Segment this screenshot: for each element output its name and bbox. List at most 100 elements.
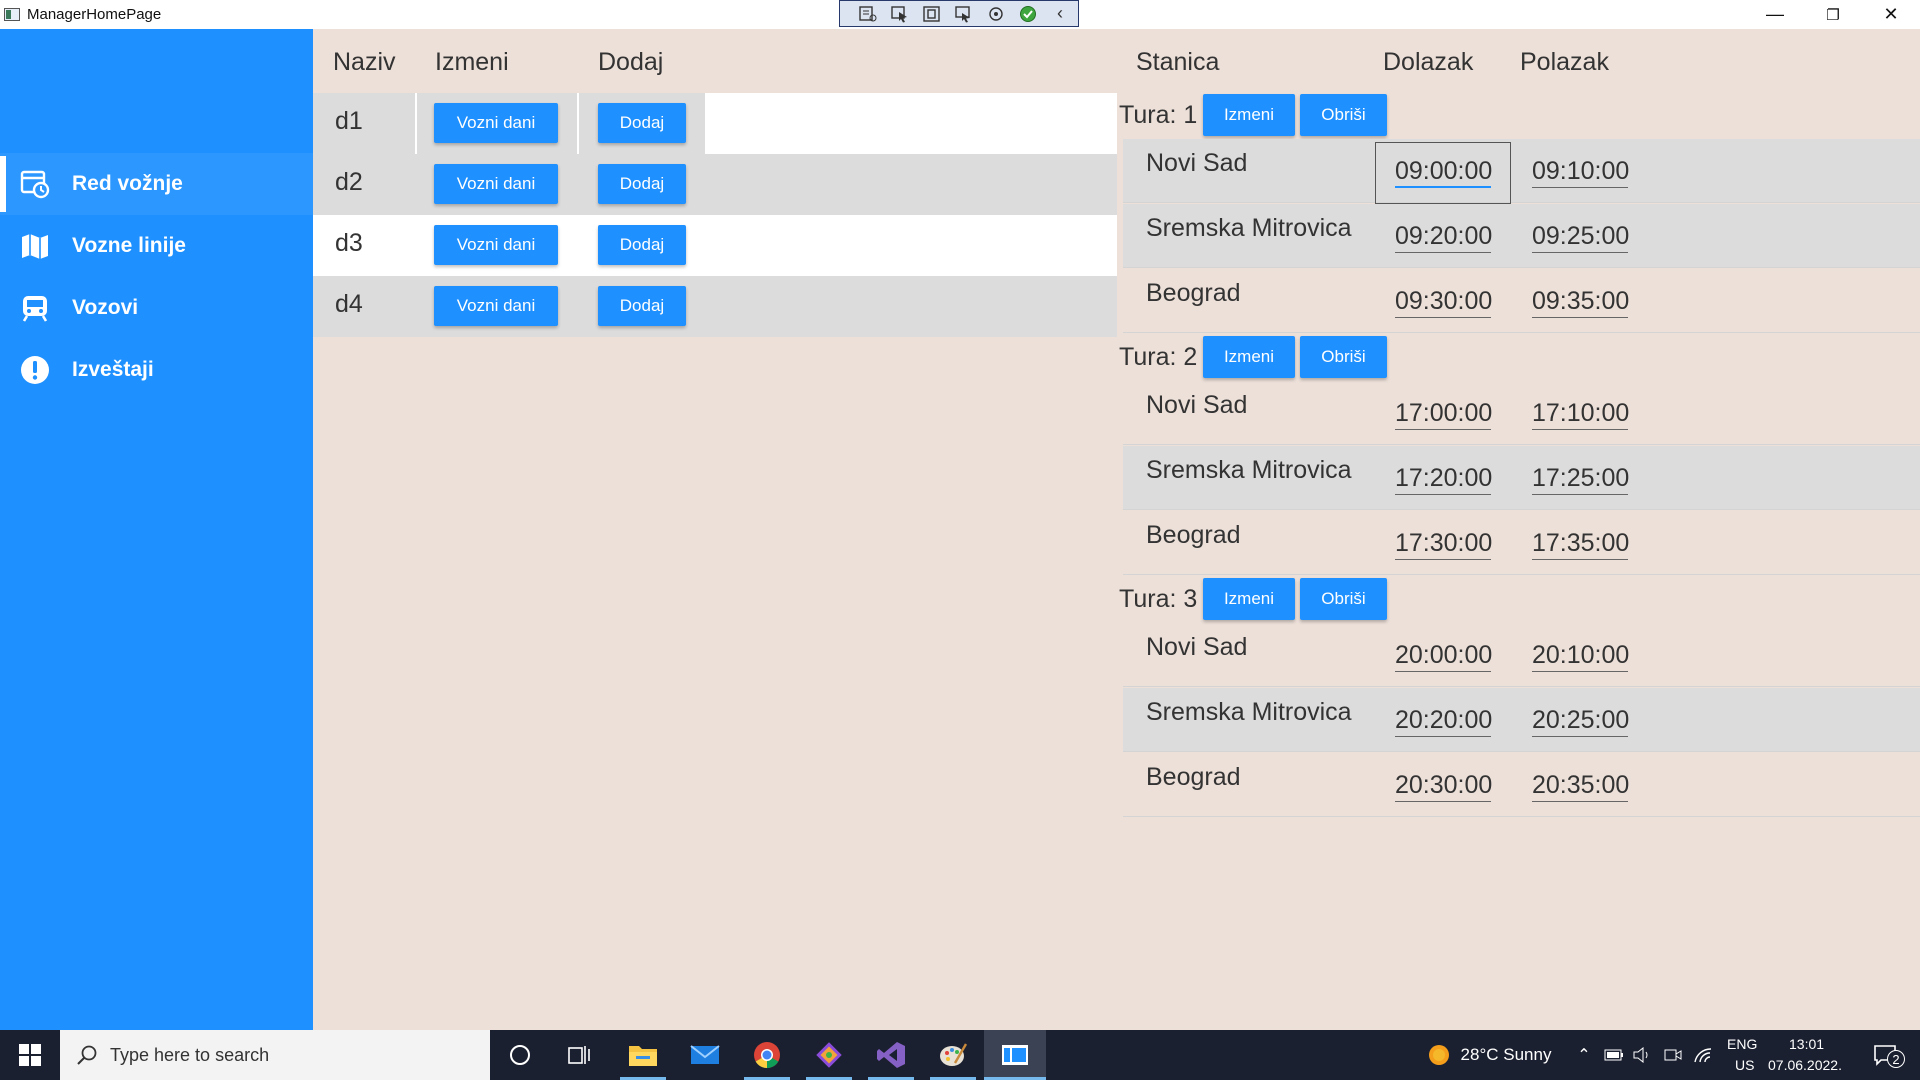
cortana-button[interactable] — [490, 1030, 550, 1080]
volume-icon[interactable] — [1629, 1030, 1655, 1080]
search-icon — [77, 1045, 97, 1065]
windows-logo-icon — [19, 1044, 41, 1066]
taskbar-git-client[interactable] — [798, 1030, 860, 1080]
meet-now-icon[interactable] — [1660, 1030, 1686, 1080]
select-element-icon[interactable] — [886, 3, 914, 25]
taskbar-paint[interactable] — [922, 1030, 984, 1080]
stop-row: Beograd 17:30:00 17:35:00 — [1123, 511, 1920, 575]
departure-time-input[interactable]: 17:10:00 — [1532, 396, 1629, 430]
language-indicator-top[interactable]: ENG — [1727, 1036, 1757, 1052]
departure-time-input[interactable]: 09:35:00 — [1532, 284, 1629, 318]
taskbar-chrome[interactable] — [736, 1030, 798, 1080]
row-name: d1 — [335, 107, 363, 135]
taskbar-active-app[interactable] — [984, 1030, 1046, 1080]
obrisi-tura-button[interactable]: Obriši — [1300, 94, 1387, 136]
departure-time-input[interactable]: 17:25:00 — [1532, 461, 1629, 495]
station-name: Sremska Mitrovica — [1146, 456, 1352, 484]
track-focus-icon[interactable] — [950, 3, 978, 25]
obrisi-tura-button[interactable]: Obriši — [1300, 578, 1387, 620]
taskbar-visual-studio[interactable] — [860, 1030, 922, 1080]
tura-number: 1 — [1183, 100, 1198, 129]
sun-icon — [1428, 1045, 1449, 1065]
arrival-time-input[interactable]: 09:20:00 — [1395, 219, 1492, 253]
mail-icon — [690, 1045, 720, 1064]
arrival-time-input[interactable]: 20:30:00 — [1395, 768, 1492, 802]
notification-count: 2 — [1887, 1050, 1905, 1068]
departure-time-input[interactable]: 20:35:00 — [1532, 768, 1629, 802]
taskbar-search-input[interactable]: Type here to search — [60, 1030, 490, 1080]
taskbar-file-explorer[interactable] — [612, 1030, 674, 1080]
sidebar-item-vozovi[interactable]: Vozovi — [0, 277, 313, 339]
show-hidden-icons-icon[interactable]: ⌃ — [1572, 1030, 1596, 1080]
app-window-icon — [1002, 1045, 1028, 1065]
izmeni-tura-button[interactable]: Izmeni — [1203, 578, 1295, 620]
tura-label: Tura: 3 — [1119, 577, 1197, 621]
station-name: Novi Sad — [1146, 149, 1248, 177]
stop-row: Novi Sad 20:00:00 20:10:00 — [1123, 623, 1920, 687]
vozni-dani-button[interactable]: Vozni dani — [434, 103, 558, 143]
layout-adorners-icon[interactable] — [918, 3, 946, 25]
weather-text: 28°C Sunny — [1460, 1045, 1552, 1064]
display-layout-icon[interactable] — [982, 3, 1010, 25]
collapse-toolbar-icon[interactable]: ‹ — [1046, 3, 1074, 25]
table-row[interactable]: d1 Vozni dani Dodaj — [313, 93, 1117, 154]
table-row[interactable]: d2 Vozni dani Dodaj — [313, 154, 1117, 215]
arrival-time-input[interactable]: 17:20:00 — [1395, 461, 1492, 495]
departure-time-input[interactable]: 20:25:00 — [1532, 703, 1629, 737]
row-name: d3 — [335, 229, 363, 257]
sidebar-item-label: Vozovi — [72, 296, 139, 319]
arrival-time-input[interactable]: 20:20:00 — [1395, 703, 1492, 737]
arrival-time-input[interactable]: 20:00:00 — [1395, 638, 1492, 672]
alert-icon — [21, 356, 49, 384]
start-button[interactable] — [0, 1030, 60, 1080]
sidebar-item-label: Vozne linije — [72, 234, 186, 257]
dodaj-button[interactable]: Dodaj — [598, 286, 686, 326]
arrival-time-input[interactable]: 09:30:00 — [1395, 284, 1492, 318]
close-button[interactable]: ✕ — [1862, 0, 1920, 29]
obrisi-tura-button[interactable]: Obriši — [1300, 336, 1387, 378]
sidebar-item-red-voznje[interactable]: Red vožnje — [0, 153, 313, 215]
restore-button[interactable]: ❐ — [1804, 0, 1862, 29]
departure-time-input[interactable]: 09:10:00 — [1532, 154, 1629, 188]
vozni-dani-button[interactable]: Vozni dani — [434, 286, 558, 326]
task-view-button[interactable] — [550, 1030, 610, 1080]
weather-widget[interactable]: 28°C Sunny — [1414, 1030, 1564, 1080]
arrival-time-input[interactable]: 17:30:00 — [1395, 526, 1492, 560]
column-header-dolazak: Dolazak — [1383, 48, 1474, 76]
live-visual-tree-icon[interactable] — [854, 3, 882, 25]
table-row[interactable]: d3 Vozni dani Dodaj — [313, 215, 1117, 276]
table-row[interactable]: d4 Vozni dani Dodaj — [313, 276, 1117, 337]
taskbar-mail[interactable] — [674, 1030, 736, 1080]
dodaj-button[interactable]: Dodaj — [598, 103, 686, 143]
sidebar-item-vozne-linije[interactable]: Vozne linije — [0, 215, 313, 277]
vozni-dani-button[interactable]: Vozni dani — [434, 225, 558, 265]
izmeni-tura-button[interactable]: Izmeni — [1203, 94, 1295, 136]
wifi-icon[interactable] — [1690, 1030, 1716, 1080]
station-name: Beograd — [1146, 521, 1241, 549]
stop-row: Sremska Mitrovica 09:20:00 09:25:00 — [1123, 204, 1920, 268]
clock-time[interactable]: 13:01 — [1789, 1036, 1824, 1052]
notification-center-button[interactable]: 2 — [1860, 1030, 1910, 1080]
departure-time-input[interactable]: 20:10:00 — [1532, 638, 1629, 672]
row-name: d2 — [335, 168, 363, 196]
departure-time-input[interactable]: 17:35:00 — [1532, 526, 1629, 560]
battery-icon[interactable] — [1601, 1030, 1627, 1080]
dodaj-button[interactable]: Dodaj — [598, 164, 686, 204]
tura-number: 3 — [1183, 584, 1198, 613]
hot-reload-check-icon[interactable] — [1014, 3, 1042, 25]
ture-table: Stanica Dolazak Polazak Tura: 1 Izmeni O… — [1117, 29, 1920, 1030]
departure-time-input[interactable]: 09:25:00 — [1532, 219, 1629, 253]
izmeni-tura-button[interactable]: Izmeni — [1203, 336, 1295, 378]
station-name: Beograd — [1146, 763, 1241, 791]
stop-row: Novi Sad 09:00:00 09:10:00 — [1123, 139, 1920, 204]
minimize-button[interactable]: — — [1746, 0, 1804, 29]
sidebar-item-izvestaji[interactable]: Izveštaji — [0, 339, 313, 401]
sidebar: Red vožnje Vozne linije Vozovi Izveštaji — [0, 29, 313, 1030]
tura-label: Tura: 1 — [1119, 93, 1197, 137]
vozni-dani-button[interactable]: Vozni dani — [434, 164, 558, 204]
row-name: d4 — [335, 290, 363, 318]
arrival-time-input[interactable]: 17:00:00 — [1395, 396, 1492, 430]
arrival-time-input[interactable]: 09:00:00 — [1395, 154, 1492, 188]
dodaj-button[interactable]: Dodaj — [598, 225, 686, 265]
search-placeholder: Type here to search — [110, 1044, 270, 1065]
